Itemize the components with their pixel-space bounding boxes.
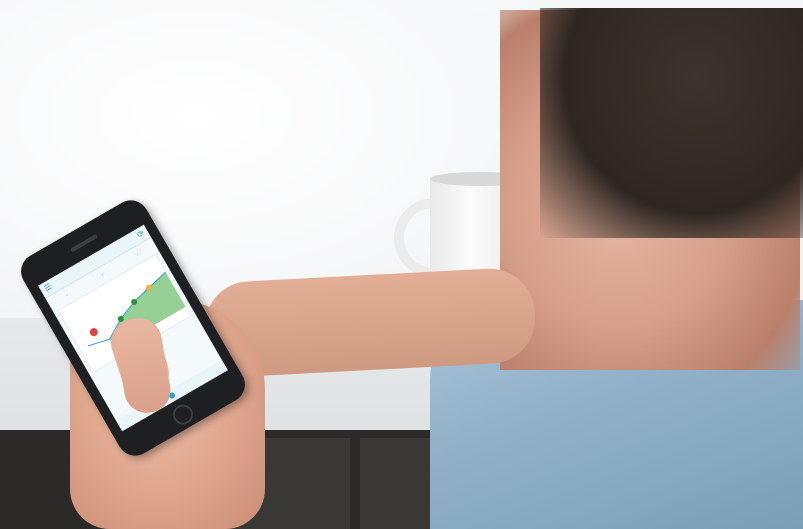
photo-scene: ☰ ⟳ · · · bbox=[0, 0, 803, 529]
red-point bbox=[89, 328, 98, 337]
man-hair bbox=[540, 8, 803, 238]
stat-value: · bbox=[134, 250, 141, 259]
menu-icon[interactable]: ☰ bbox=[42, 280, 55, 296]
stat-value: · bbox=[64, 291, 71, 300]
stat-value: · bbox=[99, 271, 106, 280]
phone-speaker bbox=[70, 233, 98, 253]
home-button[interactable] bbox=[169, 400, 197, 429]
refresh-icon[interactable]: ⟳ bbox=[135, 227, 148, 242]
